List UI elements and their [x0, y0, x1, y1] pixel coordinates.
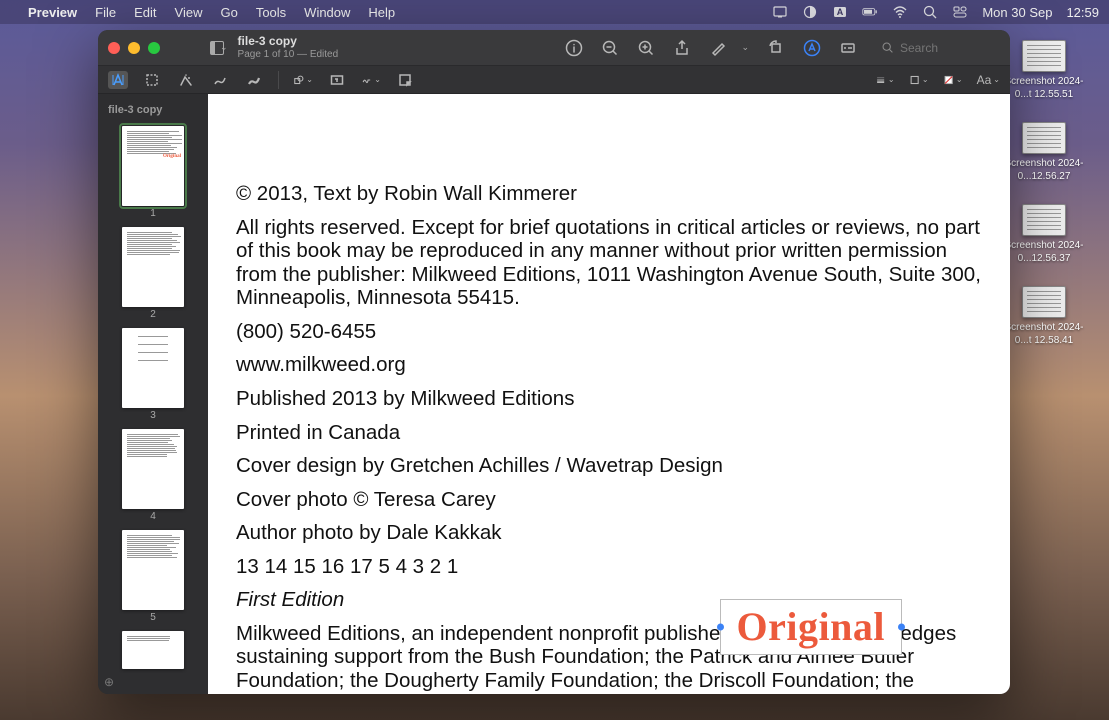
- window-subtitle: Page 1 of 10 — Edited: [238, 49, 339, 60]
- page-thumbnail[interactable]: Original: [122, 126, 184, 206]
- selection-handle-left[interactable]: [717, 624, 724, 631]
- author-photo-line: Author photo by Dale Kakkak: [236, 521, 982, 545]
- sidebar-toggle-icon[interactable]: [210, 41, 224, 55]
- wifi-icon[interactable]: [892, 4, 908, 20]
- sidebar-add-icon[interactable]: ⊕: [104, 675, 114, 689]
- sidebar-title: file-3 copy: [98, 102, 208, 122]
- file-label: Screenshot 2024-0...t 12.55.51: [999, 76, 1089, 101]
- menubar: Preview File Edit View Go Tools Window H…: [0, 0, 1109, 24]
- menu-file[interactable]: File: [95, 5, 116, 20]
- spotlight-icon[interactable]: [922, 4, 938, 20]
- close-button[interactable]: [108, 42, 120, 54]
- page-thumbnail[interactable]: [122, 429, 184, 509]
- desktop-file[interactable]: Screenshot 2024-0...12.56.27: [999, 122, 1089, 183]
- display-icon[interactable]: [802, 4, 818, 20]
- annotation-text[interactable]: Original: [737, 604, 885, 649]
- menu-edit[interactable]: Edit: [134, 5, 156, 20]
- info-icon[interactable]: [565, 39, 583, 57]
- zoom-out-icon[interactable]: [601, 39, 619, 57]
- line-weight-tool[interactable]: ⌄: [875, 71, 895, 89]
- desktop-file[interactable]: Screenshot 2024-0...t 12.55.51: [999, 40, 1089, 101]
- cover-photo-line: Cover photo © Teresa Carey: [236, 488, 982, 512]
- battery-icon[interactable]: [862, 4, 878, 20]
- minimize-button[interactable]: [128, 42, 140, 54]
- input-source-icon[interactable]: A: [832, 4, 848, 20]
- titlebar: ⌄ file-3 copy Page 1 of 10 — Edited ⌄: [98, 30, 1010, 66]
- zoom-in-icon[interactable]: [637, 39, 655, 57]
- note-tool[interactable]: [395, 71, 415, 89]
- document-viewport[interactable]: © 2013, Text by Robin Wall Kimmerer All …: [208, 94, 1010, 694]
- highlight-icon[interactable]: [709, 39, 727, 57]
- page-content: © 2013, Text by Robin Wall Kimmerer All …: [208, 94, 1010, 694]
- copyright-line: © 2013, Text by Robin Wall Kimmerer: [236, 182, 982, 206]
- text-select-tool[interactable]: [108, 71, 128, 89]
- page-thumbnail[interactable]: [122, 631, 184, 669]
- thumbnail-sidebar: file-3 copy Original 1 2 3 4 5 ⊕: [98, 94, 208, 694]
- selection-handle-right[interactable]: [898, 624, 905, 631]
- thumbnail-page-number: 5: [98, 612, 208, 623]
- highlight-caret[interactable]: ⌄: [741, 42, 749, 53]
- published-line: Published 2013 by Milkweed Editions: [236, 387, 982, 411]
- page-thumbnail[interactable]: [122, 328, 184, 408]
- file-thumbnail-icon: [1022, 286, 1066, 318]
- menu-tools[interactable]: Tools: [256, 5, 286, 20]
- printed-line: Printed in Canada: [236, 421, 982, 445]
- page-thumbnail[interactable]: [122, 530, 184, 610]
- preview-window: ⌄ file-3 copy Page 1 of 10 — Edited ⌄: [98, 30, 1010, 694]
- desktop-file[interactable]: Screenshot 2024-0...t 12.58.41: [999, 286, 1089, 347]
- markup-icon[interactable]: [803, 39, 821, 57]
- file-label: Screenshot 2024-0...t 12.58.41: [999, 322, 1089, 347]
- text-tool[interactable]: [327, 71, 347, 89]
- menubar-time[interactable]: 12:59: [1066, 5, 1099, 20]
- menu-view[interactable]: View: [175, 5, 203, 20]
- search-input[interactable]: [900, 41, 1000, 55]
- draw-tool[interactable]: [244, 71, 264, 89]
- instant-alpha-tool[interactable]: [176, 71, 196, 89]
- toolbar-divider: [278, 71, 279, 89]
- text-annotation-box[interactable]: Original: [720, 599, 902, 655]
- control-center-icon[interactable]: [952, 4, 968, 20]
- file-thumbnail-icon: [1022, 122, 1066, 154]
- stroke-color-tool[interactable]: ⌄: [909, 71, 929, 89]
- thumbnail-page-number: 3: [98, 410, 208, 421]
- search-icon: [881, 41, 894, 54]
- app-name[interactable]: Preview: [28, 5, 77, 20]
- text-style-tool[interactable]: Aa⌄: [977, 71, 1000, 89]
- menu-window[interactable]: Window: [304, 5, 350, 20]
- file-label: Screenshot 2024-0...12.56.37: [999, 240, 1089, 265]
- fill-color-tool[interactable]: ⌄: [943, 71, 963, 89]
- phone-line: (800) 520-6455: [236, 320, 982, 344]
- window-title: file-3 copy: [238, 35, 339, 48]
- rect-select-tool[interactable]: [142, 71, 162, 89]
- sign-tool[interactable]: ⌄: [361, 71, 381, 89]
- cover-design-line: Cover design by Gretchen Achilles / Wave…: [236, 454, 982, 478]
- share-icon[interactable]: [673, 39, 691, 57]
- menu-help[interactable]: Help: [368, 5, 395, 20]
- file-thumbnail-icon: [1022, 40, 1066, 72]
- printing-numbers: 13 14 15 16 17 5 4 3 2 1: [236, 555, 982, 579]
- markup-toolbar: ⌄ ⌄ ⌄ ⌄ ⌄ Aa⌄: [98, 66, 1010, 94]
- form-icon[interactable]: [839, 39, 857, 57]
- page-thumbnail[interactable]: [122, 227, 184, 307]
- thumbnail-page-number: 4: [98, 511, 208, 522]
- desktop-file[interactable]: Screenshot 2024-0...12.56.37: [999, 204, 1089, 265]
- file-label: Screenshot 2024-0...12.56.27: [999, 158, 1089, 183]
- file-thumbnail-icon: [1022, 204, 1066, 236]
- shapes-tool[interactable]: ⌄: [293, 71, 313, 89]
- menu-go[interactable]: Go: [220, 5, 237, 20]
- rotate-icon[interactable]: [767, 39, 785, 57]
- menubar-date[interactable]: Mon 30 Sep: [982, 5, 1052, 20]
- thumbnail-page-number: 2: [98, 309, 208, 320]
- thumbnail-page-number: 1: [98, 208, 208, 219]
- sketch-tool[interactable]: [210, 71, 230, 89]
- screen-mirroring-icon[interactable]: [772, 4, 788, 20]
- svg-text:A: A: [837, 7, 844, 17]
- rights-paragraph: All rights reserved. Except for brief qu…: [236, 216, 982, 310]
- zoom-button[interactable]: [148, 42, 160, 54]
- url-line: www.milkweed.org: [236, 353, 982, 377]
